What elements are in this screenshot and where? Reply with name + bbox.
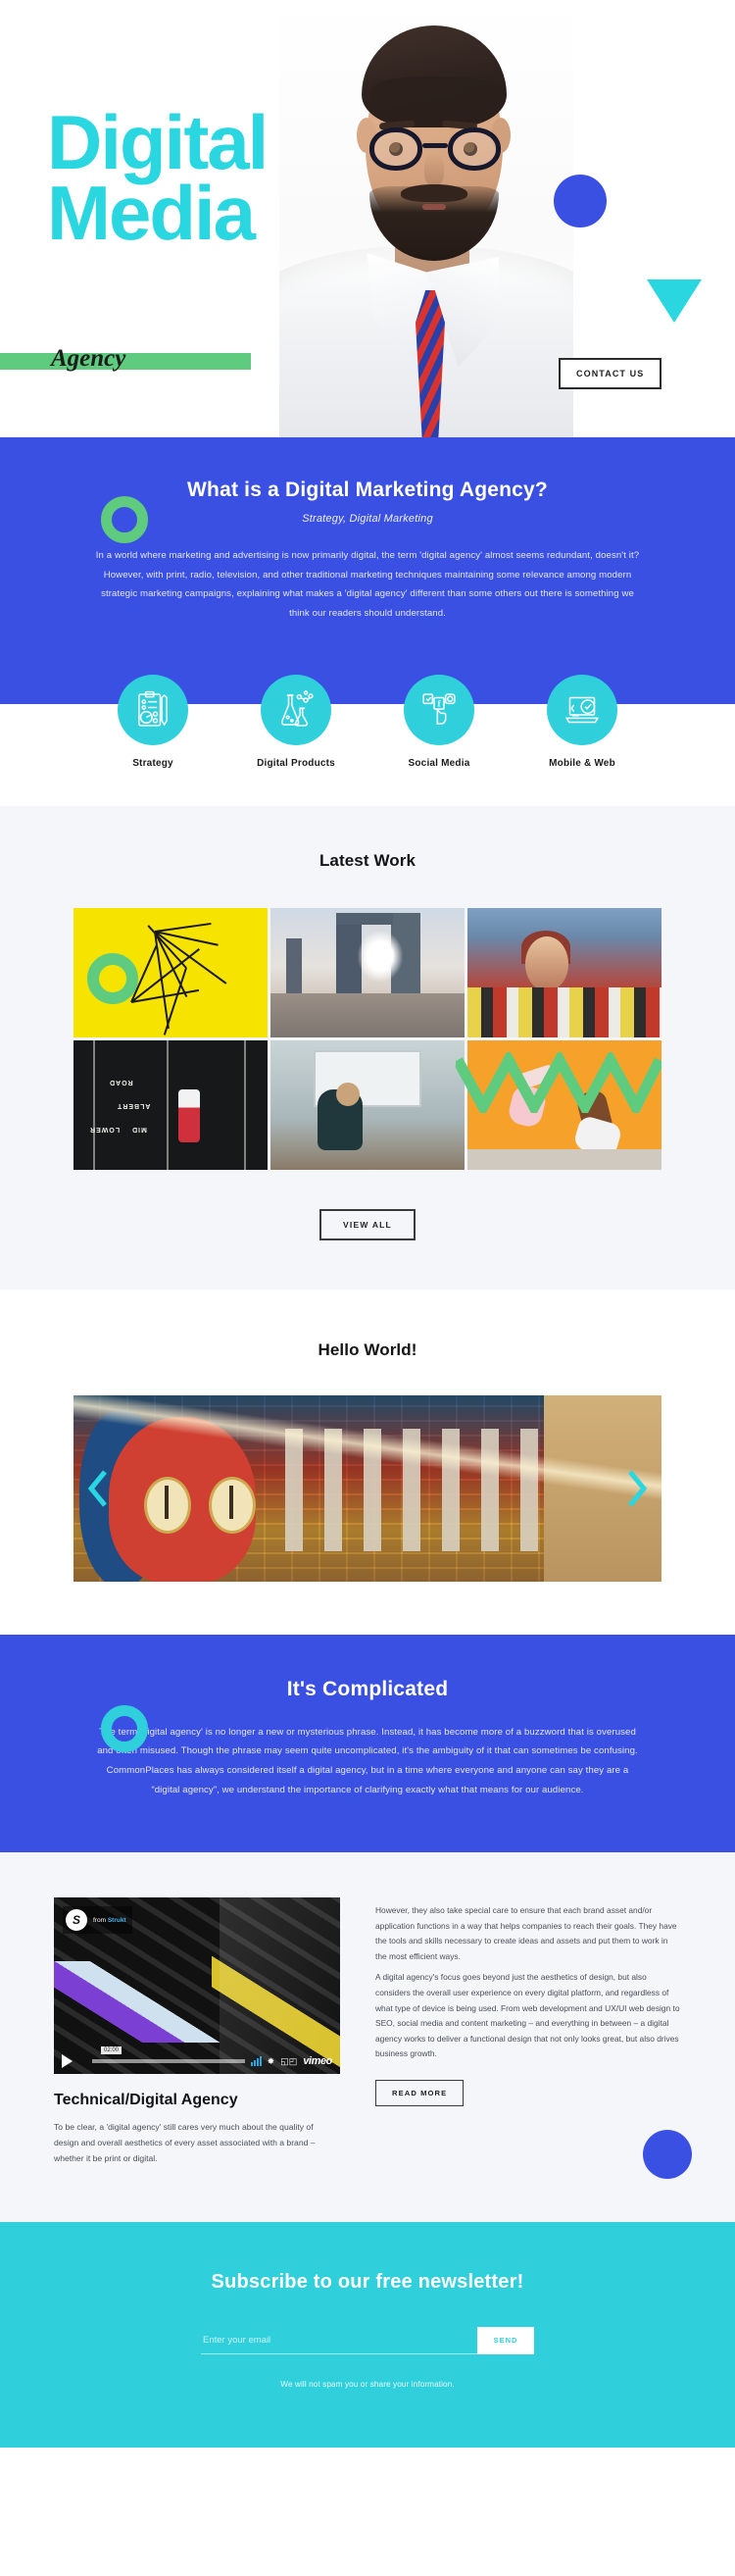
- complicated-heading: It's Complicated: [286, 1677, 449, 1700]
- read-more-button[interactable]: READ MORE: [375, 2079, 465, 2106]
- carousel-prev-arrow-icon[interactable]: [85, 1468, 111, 1509]
- service-label: Mobile & Web: [549, 757, 615, 769]
- intro-subheading: Strategy, Digital Marketing: [302, 513, 433, 525]
- quality-bars-icon[interactable]: [250, 2056, 262, 2067]
- hero-section: Digital Media Agency CONTACT US: [0, 0, 735, 437]
- latest-work-section: Latest Work LOWER MID ALBERT ROAD VIEW A…: [0, 805, 735, 1289]
- fullscreen-icon[interactable]: ◱◰: [280, 2056, 297, 2067]
- technical-heading: Technical/Digital Agency: [54, 2092, 238, 2109]
- vimeo-video-player[interactable]: S from Strukt 02:00 ✸ ◱◰ vimeo: [54, 1897, 340, 2075]
- intro-body: In a world where marketing and advertisi…: [95, 550, 640, 619]
- complicated-body: The term 'digital agency' is no longer a…: [97, 1726, 638, 1795]
- hero-tagline: Agency: [51, 345, 126, 372]
- green-ring-decoration-icon: [87, 952, 138, 1004]
- intro-section: What is a Digital Marketing Agency? Stra…: [0, 437, 735, 675]
- blue-circle-decoration-icon: [643, 2129, 692, 2179]
- hero-title-line-2: Media: [47, 169, 256, 256]
- landing-page: Digital Media Agency CONTACT US What is …: [0, 0, 735, 2448]
- cyan-ring-decoration-icon: [101, 1704, 148, 1752]
- work-tile[interactable]: [467, 907, 662, 1037]
- technical-right-body-1: However, they also take special care to …: [375, 1905, 677, 1961]
- newsletter-note: We will not spam you or share your infor…: [280, 2379, 455, 2389]
- carousel-title: Hello World!: [318, 1339, 417, 1359]
- service-item-strategy[interactable]: Strategy: [111, 674, 195, 769]
- image-carousel: [74, 1394, 662, 1582]
- technical-section: S from Strukt 02:00 ✸ ◱◰ vimeo Technical…: [0, 1852, 735, 2222]
- video-source-badge: S from Strukt: [63, 1906, 132, 1935]
- video-control-bar[interactable]: ✸ ◱◰ vimeo: [54, 2048, 340, 2074]
- strukt-logo-icon: S: [66, 1909, 87, 1932]
- technical-left-body: To be clear, a 'digital agency' still ca…: [54, 2122, 316, 2164]
- vimeo-logo[interactable]: vimeo: [303, 2055, 332, 2067]
- email-input[interactable]: [201, 2326, 477, 2354]
- work-tile[interactable]: [270, 1039, 465, 1170]
- green-zigzag-decoration-icon: [456, 1051, 662, 1113]
- video-from-source: Strukt: [107, 1916, 126, 1924]
- gear-icon[interactable]: ✸: [268, 2056, 275, 2067]
- newsletter-heading: Subscribe to our free newsletter!: [211, 2270, 524, 2293]
- complicated-section: It's Complicated The term 'digital agenc…: [0, 1634, 735, 1853]
- work-tile[interactable]: [270, 907, 465, 1037]
- flask-molecule-icon: [261, 674, 331, 745]
- newsletter-form[interactable]: SEND: [201, 2326, 534, 2354]
- video-from-prefix: from: [93, 1916, 106, 1924]
- newsletter-section: Subscribe to our free newsletter! SEND W…: [0, 2221, 735, 2448]
- services-section: Strategy Digital Products f Social Media…: [0, 674, 735, 806]
- service-label: Strategy: [132, 757, 173, 769]
- svg-text:f: f: [437, 698, 441, 708]
- page-title: Digital Media: [47, 99, 269, 256]
- intro-heading: What is a Digital Marketing Agency?: [187, 479, 548, 501]
- service-label: Social Media: [408, 757, 470, 769]
- work-gallery-grid: LOWER MID ALBERT ROAD: [74, 907, 662, 1170]
- service-item-social-media[interactable]: f Social Media: [397, 674, 481, 769]
- hero-title-line-1: Digital: [47, 99, 269, 185]
- view-all-button[interactable]: VIEW ALL: [319, 1208, 416, 1240]
- video-progress-track[interactable]: [92, 2059, 245, 2064]
- service-item-mobile-web[interactable]: Mobile & Web: [540, 674, 624, 769]
- service-item-digital-products[interactable]: Digital Products: [254, 674, 338, 769]
- blue-circle-decoration-icon: [554, 175, 607, 227]
- laptop-check-icon: [547, 674, 617, 745]
- hero-portrait-photo: [279, 0, 573, 437]
- send-button[interactable]: SEND: [477, 2326, 534, 2354]
- play-button-icon[interactable]: [62, 2054, 73, 2069]
- work-tile[interactable]: LOWER MID ALBERT ROAD: [74, 1039, 268, 1170]
- carousel-slide[interactable]: [74, 1394, 662, 1582]
- clipboard-chart-icon: [118, 674, 188, 745]
- social-hand-icon: f: [404, 674, 474, 745]
- carousel-next-arrow-icon[interactable]: [624, 1468, 650, 1509]
- carousel-section: Hello World!: [0, 1288, 735, 1635]
- service-label: Digital Products: [257, 757, 335, 769]
- green-ring-decoration-icon: [101, 496, 148, 543]
- latest-work-title: Latest Work: [318, 850, 416, 870]
- technical-right-body-2: A digital agency's focus goes beyond jus…: [375, 1972, 680, 2059]
- cyan-triangle-decoration-icon: [647, 279, 702, 323]
- contact-us-button[interactable]: CONTACT US: [559, 358, 662, 389]
